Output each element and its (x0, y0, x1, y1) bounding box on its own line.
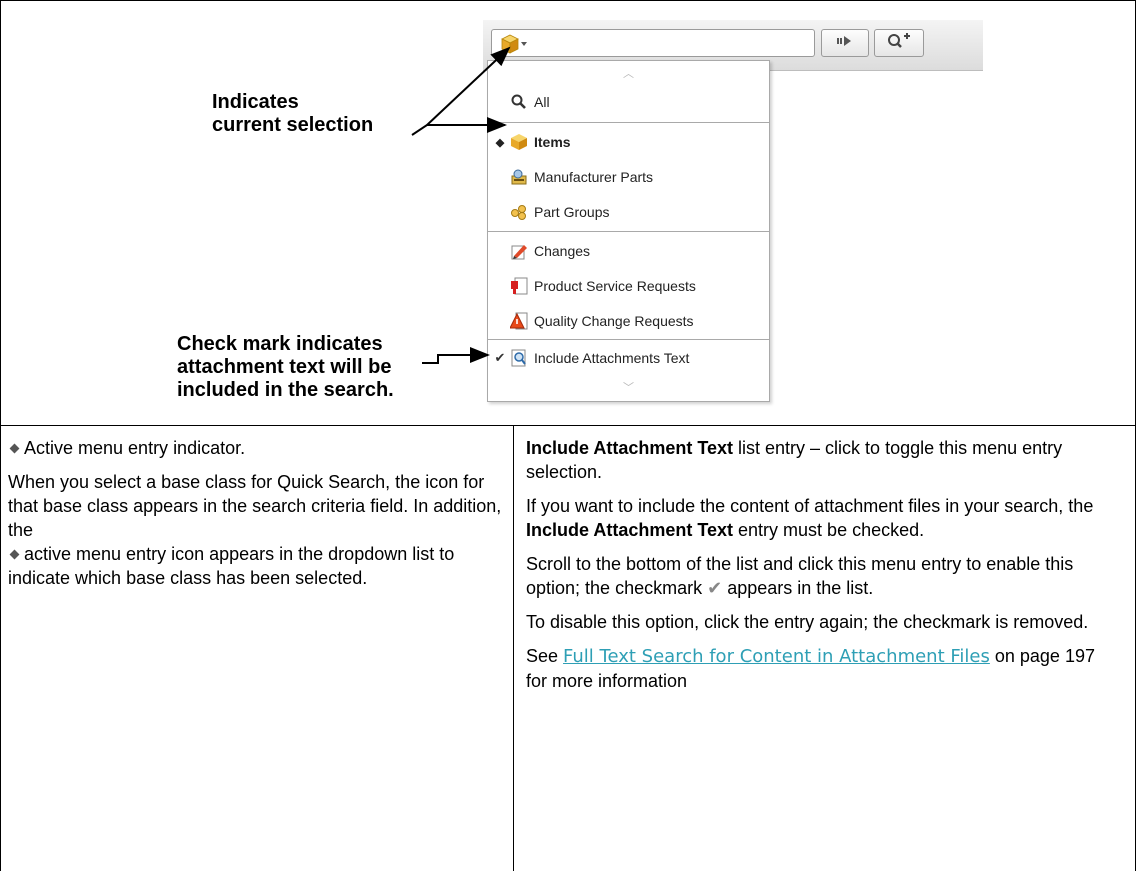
right-paragraph-2: If you want to include the content of at… (526, 496, 1094, 540)
full-text-search-link[interactable]: Full Text Search for Content in Attachme… (563, 646, 990, 667)
right-cell: Include Attachment Text list entry – cli… (526, 436, 1116, 703)
left-paragraph: When you select a base class for Quick S… (8, 472, 502, 588)
right-paragraph-1: Include Attachment Text list entry – cli… (526, 438, 1063, 482)
right-paragraph-4: To disable this option, click the entry … (526, 612, 1089, 632)
diamond-icon (9, 443, 20, 454)
annotation-arrows (411, 46, 511, 364)
right-paragraph-3: Scroll to the bottom of the list and cli… (526, 554, 1074, 598)
diamond-icon (9, 549, 20, 560)
active-indicator-caption: Active menu entry indicator. (8, 436, 503, 460)
checkmark-icon: ✔ (707, 578, 723, 598)
table-row-divider (0, 425, 1136, 426)
right-paragraph-5: See Full Text Search for Content in Atta… (526, 646, 1095, 691)
table-column-divider (513, 425, 514, 871)
left-cell: Active menu entry indicator. When you se… (8, 436, 503, 600)
